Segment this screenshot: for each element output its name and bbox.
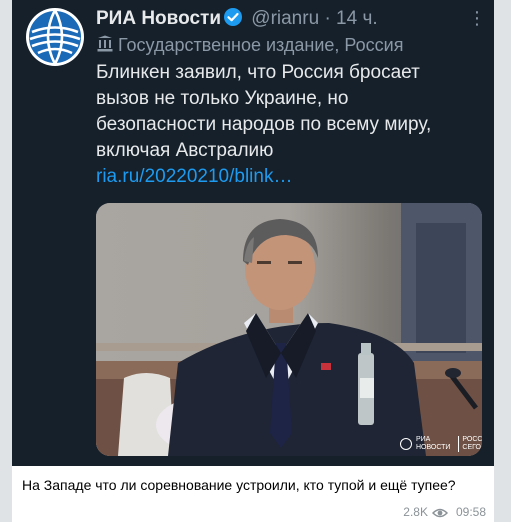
account-handle[interactable]: @rianru (251, 8, 319, 29)
tweet-photo[interactable]: РИА НОВОСТИ РОССИЯ СЕГОДНЯ (96, 203, 482, 456)
watermark-text-bottom: НОВОСТИ (415, 444, 451, 451)
ria-logo-avatar[interactable] (26, 8, 84, 66)
message-meta: 2.8K 09:58 (403, 504, 486, 520)
tweet-text-line: безопасности народов по всему миру, (96, 114, 432, 135)
watermark-right-bottom: СЕГОДНЯ (462, 444, 482, 451)
account-name[interactable]: РИА Новости (96, 8, 221, 29)
message-time: 09:58 (455, 505, 486, 519)
eye-icon (431, 508, 449, 518)
tweet-link[interactable]: ria.ru/20220210/blink… (96, 164, 484, 190)
watermark-globe-icon (400, 438, 412, 450)
tweet-text-line: вызов не только Украине, но (96, 88, 349, 109)
tweet-text-line: включая Австралию (96, 140, 274, 161)
tweet-header: РИА Новости @rianru · 14 ч. (96, 6, 486, 32)
tweet-time[interactable]: 14 ч. (336, 8, 378, 29)
watermark-right-top: РОССИЯ (462, 436, 482, 443)
message-caption: На Западе что ли соревнование устроили, … (22, 477, 456, 493)
more-icon[interactable]: ⋮ (468, 6, 486, 30)
header-separator: · (324, 8, 331, 29)
watermark-text-top: РИА (415, 436, 431, 443)
channel-message: РИА Новости @rianru · 14 ч. ⋮ Государств… (12, 0, 494, 522)
ria-photo-watermark: РИА НОВОСТИ РОССИЯ СЕГОДНЯ (400, 436, 482, 452)
view-count: 2.8K (403, 505, 428, 519)
tweet-text: Блинкен заявил, что Россия бросает вызов… (96, 60, 484, 190)
affiliation-text: Государственное издание, Россия (118, 35, 404, 55)
verified-badge-icon (223, 7, 243, 35)
institution-icon (97, 35, 113, 52)
tweet-text-line: Блинкен заявил, что Россия бросает (96, 62, 420, 83)
tweet-card[interactable]: РИА Новости @rianru · 14 ч. ⋮ Государств… (12, 0, 494, 466)
affiliation-label: Государственное издание, Россия (96, 33, 403, 57)
